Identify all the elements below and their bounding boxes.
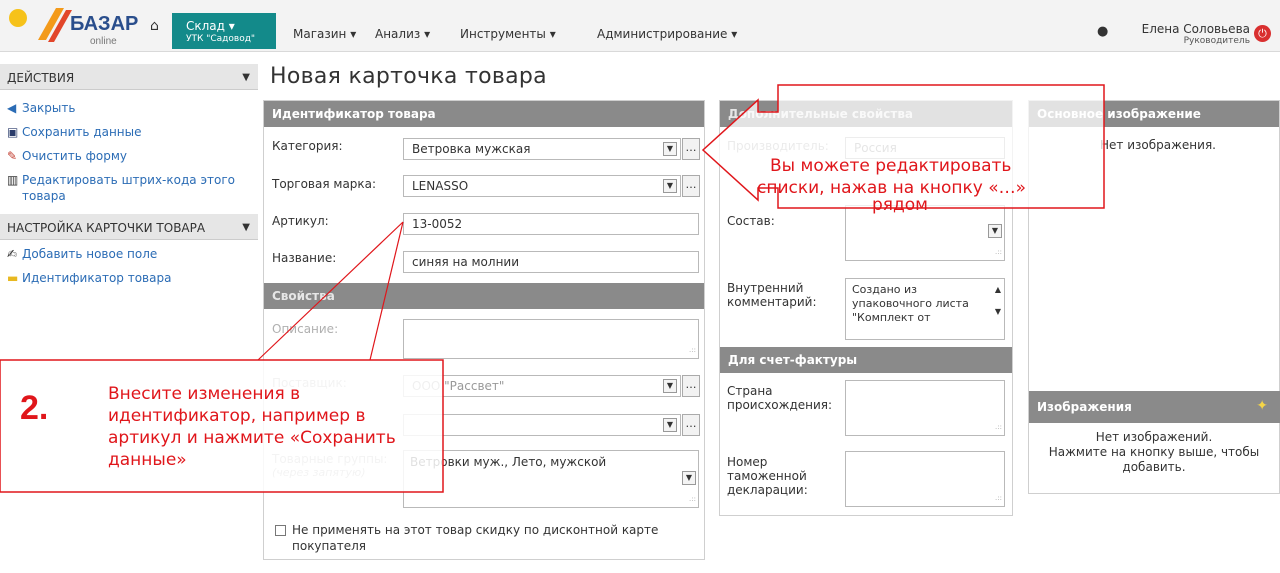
name-label: Название:	[272, 251, 337, 265]
barcode-icon: ▥	[7, 173, 19, 187]
category-label: Категория:	[272, 139, 343, 153]
category-edit-button[interactable]: …	[682, 138, 700, 160]
images-empty-2: Нажмите на кнопку выше, чтобы	[1048, 445, 1260, 459]
nav-tools[interactable]: Инструменты ▾	[460, 27, 556, 41]
properties-title: Свойства	[264, 283, 704, 309]
eye-icon[interactable]: ●	[1097, 24, 1108, 39]
step-number: 2.	[20, 389, 49, 427]
user-name: Елена Соловьева	[1141, 22, 1250, 36]
chevron-down-icon: ▼	[663, 179, 677, 193]
top-callout-text: Вы можете редактировать списки, нажав на…	[757, 156, 1027, 215]
scroll-up-icon[interactable]: ▲	[995, 283, 1001, 297]
main-image-title: Основное изображение	[1029, 101, 1279, 127]
arrow-left-icon: ◀	[7, 101, 17, 115]
edit-icon: ✍	[7, 247, 18, 261]
sidebar-actions-header[interactable]: ДЕЙСТВИЯ ▼	[0, 64, 258, 90]
chevron-down-icon: ▼	[988, 224, 1002, 238]
sidebar-actions-title: ДЕЙСТВИЯ	[7, 71, 75, 85]
brand-label: Торговая марка:	[272, 177, 377, 191]
sidebar-clear[interactable]: ✎ Очистить форму	[7, 148, 127, 164]
country-label-1: Страна	[727, 384, 773, 398]
comment-label-2: комментарий:	[727, 295, 817, 309]
magic-wand-icon[interactable]: ✦	[1256, 398, 1268, 414]
maker-label: Производитель:	[727, 139, 829, 153]
logo-sub: online	[90, 36, 117, 47]
nav-shop[interactable]: Магазин ▾	[293, 27, 356, 41]
caret-down-icon: ▼	[242, 222, 250, 233]
invoice-title: Для счет-фактуры	[720, 347, 1012, 373]
description-textarea[interactable]: .::	[403, 319, 699, 359]
resize-grip-icon: .::	[689, 495, 696, 503]
nav-warehouse-sub: УТК "Садовод"	[186, 34, 256, 44]
resize-grip-icon: .::	[995, 423, 1002, 431]
comment-textarea[interactable]: Создано из упаковочного листа "Комплект …	[845, 278, 1005, 340]
logout-icon[interactable]: ⏻	[1254, 25, 1271, 42]
chevron-down-icon: ▼	[663, 379, 677, 393]
identifier-title: Идентификатор товара	[264, 101, 704, 127]
supplier-select[interactable]: ООО "Рассвет" ▼	[403, 375, 681, 397]
chevron-down-icon: ▼	[663, 418, 677, 432]
user-info[interactable]: Елена Соловьева Руководитель	[1120, 22, 1250, 46]
article-input[interactable]: 13-0052	[403, 213, 699, 235]
extra-title: Дополнительные свойства	[720, 101, 1012, 127]
discount-checkbox[interactable]	[275, 525, 286, 536]
brush-icon: ✎	[7, 149, 18, 163]
sidebar-add-field[interactable]: ✍ Добавить новое поле	[7, 246, 157, 262]
logo-text: БАЗАР	[70, 13, 138, 35]
no-image-text: Нет изображения.	[1100, 138, 1216, 152]
images-title: Изображения ✦	[1029, 391, 1280, 423]
chevron-down-icon: ▼	[682, 471, 696, 485]
brand-edit-button[interactable]: …	[682, 175, 700, 197]
comment-label-1: Внутренний	[727, 281, 804, 295]
second-select[interactable]: ▼	[403, 414, 681, 436]
bazar-logo[interactable]: БАЗАР online	[8, 4, 138, 48]
sidebar-save[interactable]: ▣ Сохранить данные	[7, 124, 142, 140]
page-title: Новая карточка товара	[270, 64, 547, 89]
sidebar-setup-header[interactable]: НАСТРОЙКА КАРТОЧКИ ТОВАРА ▼	[0, 214, 258, 240]
discount-label-1: Не применять на этот товар скидку по дис…	[292, 523, 659, 537]
composition-label: Состав:	[727, 214, 775, 228]
country-textarea[interactable]: .::	[845, 380, 1005, 436]
sidebar-close[interactable]: ◀ Закрыть	[7, 100, 75, 116]
bottom-callout-text: Внесите изменения в идентификатор, напри…	[108, 384, 396, 470]
resize-grip-icon: .::	[995, 248, 1002, 256]
description-label: Описание:	[272, 322, 339, 336]
customs-textarea[interactable]: .::	[845, 451, 1005, 507]
country-label-2: происхождения:	[727, 398, 833, 412]
resize-grip-icon: .::	[689, 346, 696, 354]
article-label: Артикул:	[272, 214, 329, 228]
images-empty-3: добавить.	[1122, 460, 1186, 474]
nav-analysis[interactable]: Анализ ▾	[375, 27, 430, 41]
scroll-down-icon[interactable]: ▼	[995, 305, 1001, 319]
sidebar-edit-barcode[interactable]: ▥ Редактировать штрих-кода этого товара	[7, 172, 235, 204]
category-select[interactable]: Ветровка мужская ▼	[403, 138, 681, 160]
nav-warehouse-label: Склад ▾	[186, 19, 235, 33]
groups-textarea[interactable]: Ветровки муж., Лето, мужской ▼.::	[403, 450, 699, 508]
name-input[interactable]: синяя на молнии	[403, 251, 699, 273]
sidebar-identifier[interactable]: ▬ Идентификатор товара	[7, 270, 171, 286]
discount-label-2: покупателя	[292, 539, 366, 553]
caret-down-icon: ▼	[242, 72, 250, 83]
images-empty-1: Нет изображений.	[1095, 430, 1213, 444]
folder-icon: ▬	[7, 271, 19, 285]
brand-select[interactable]: LENASSO ▼	[403, 175, 681, 197]
resize-grip-icon: .::	[995, 494, 1002, 502]
save-icon: ▣	[7, 125, 19, 139]
home-icon[interactable]: ⌂	[150, 18, 159, 34]
nav-admin[interactable]: Администрирование ▾	[597, 27, 737, 41]
customs-label-1: Номер	[727, 455, 768, 469]
user-role: Руководитель	[1183, 36, 1250, 46]
customs-label-2: таможенной	[727, 469, 807, 483]
sidebar-setup-title: НАСТРОЙКА КАРТОЧКИ ТОВАРА	[7, 221, 206, 235]
customs-label-3: декларации:	[727, 483, 808, 497]
second-edit-button[interactable]: …	[682, 414, 700, 436]
supplier-edit-button[interactable]: …	[682, 375, 700, 397]
top-navbar: БАЗАР online ⌂ Склад ▾ УТК "Садовод" Маг…	[0, 0, 1280, 52]
nav-warehouse[interactable]: Склад ▾ УТК "Садовод"	[172, 13, 276, 49]
chevron-down-icon: ▼	[663, 142, 677, 156]
